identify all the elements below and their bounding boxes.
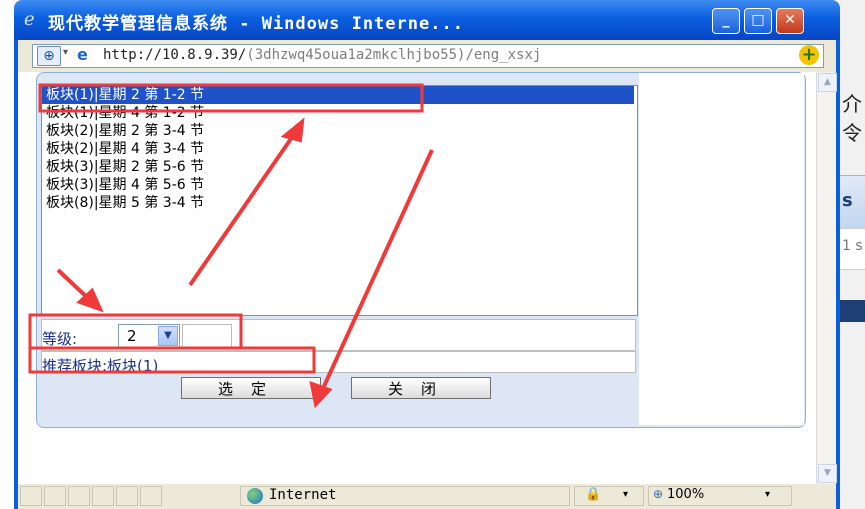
title-bar[interactable]: ℯ 现代教学管理信息系统 - Windows Interne... _ □ ✕ <box>14 0 840 40</box>
list-item[interactable]: 板块(2)|星期 2 第 3-4 节 <box>42 122 637 140</box>
globe-icon <box>247 488 263 504</box>
url-path: (3dhzwq45oua1a2mkclhjbo55)/eng_xsxj <box>246 47 542 63</box>
chevron-down-icon[interactable]: ▾ <box>765 489 770 500</box>
selection-panel: 板块(1)|星期 2 第 1-2 节板块(1)|星期 4 第 1-2 节板块(2… <box>36 72 806 428</box>
back-icon[interactable]: ⊕ <box>37 46 61 66</box>
recommend-row: 推荐板块:板块(1) <box>41 351 636 375</box>
lock-icon: 🔒 <box>585 487 602 502</box>
page-icon: e <box>77 45 88 64</box>
status-cell <box>20 486 42 506</box>
grade-spacer <box>182 324 232 348</box>
zoom-control[interactable]: ⊕ 100% ▾ <box>648 486 792 506</box>
maximize-button[interactable]: □ <box>744 8 772 34</box>
background-text-fragment: 1 s <box>842 238 863 254</box>
add-icon[interactable]: + <box>799 45 819 65</box>
list-item[interactable]: 板块(1)|星期 2 第 1-2 节 <box>42 86 634 104</box>
window-title: 现代教学管理信息系统 - Windows Interne... <box>48 14 464 34</box>
module-listbox[interactable]: 板块(1)|星期 2 第 1-2 节板块(1)|星期 4 第 1-2 节板块(2… <box>41 85 638 316</box>
status-cell <box>116 486 138 506</box>
security-zone[interactable]: Internet <box>240 486 570 506</box>
status-cell <box>68 486 90 506</box>
grade-row: 等级: 2 ▼ <box>41 319 636 351</box>
zoom-level: 100% <box>667 487 705 502</box>
grade-value: 2 <box>127 327 137 345</box>
chevron-down-icon[interactable]: ▼ <box>158 326 178 346</box>
minimize-button[interactable]: _ <box>712 8 740 34</box>
list-item[interactable]: 板块(8)|星期 5 第 3-4 节 <box>42 194 637 212</box>
scroll-up-icon[interactable]: ▲ <box>818 73 837 92</box>
ie-icon: ℯ <box>24 9 35 30</box>
status-cell <box>140 486 162 506</box>
list-item[interactable]: 板块(3)|星期 4 第 5-6 节 <box>42 176 637 194</box>
chevron-down-icon[interactable]: ▾ <box>623 489 628 500</box>
popup-window: ℯ 现代教学管理信息系统 - Windows Interne... _ □ ✕ … <box>14 0 840 509</box>
list-item[interactable]: 板块(3)|星期 2 第 5-6 节 <box>42 158 637 176</box>
panel-right-area <box>639 73 804 425</box>
close-button[interactable]: 关闭 <box>351 377 491 399</box>
address-field[interactable]: ⊕ ▾ e http://10.8.9.39/(3dhzwq45oua1a2mk… <box>32 44 824 68</box>
select-button[interactable]: 选定 <box>181 377 321 399</box>
zoom-icon: ⊕ <box>653 487 664 501</box>
close-window-button[interactable]: ✕ <box>776 8 804 34</box>
vertical-scrollbar[interactable]: ▲ ▼ <box>816 72 837 484</box>
background-window-left-edge <box>0 0 14 509</box>
status-bar: Internet 🔒 ▾ ⊕ 100% ▾ <box>14 484 840 509</box>
zone-text: Internet <box>269 487 337 503</box>
background-text-fragment: s <box>842 190 853 211</box>
grade-label: 等级: <box>42 330 78 348</box>
url-host: http://10.8.9.39/ <box>103 47 247 63</box>
list-item[interactable]: 板块(2)|星期 4 第 3-4 节 <box>42 140 637 158</box>
status-cell <box>44 486 66 506</box>
address-bar: ⊕ ▾ e http://10.8.9.39/(3dhzwq45oua1a2mk… <box>14 40 840 72</box>
background-text-fragment: 介令 <box>842 92 862 145</box>
protected-mode[interactable]: 🔒 ▾ <box>574 486 644 506</box>
page-content: 板块(1)|星期 2 第 1-2 节板块(1)|星期 4 第 1-2 节板块(2… <box>14 72 840 484</box>
status-cell <box>92 486 114 506</box>
grade-select[interactable]: 2 ▼ <box>118 324 180 348</box>
list-item[interactable]: 板块(1)|星期 4 第 1-2 节 <box>42 104 637 122</box>
url-text: http://10.8.9.39/(3dhzwq45oua1a2mkclhjbo… <box>103 47 541 63</box>
scroll-down-icon[interactable]: ▼ <box>818 464 837 483</box>
chevron-down-icon[interactable]: ▾ <box>63 47 68 58</box>
button-row: 选定 关闭 <box>41 373 636 403</box>
